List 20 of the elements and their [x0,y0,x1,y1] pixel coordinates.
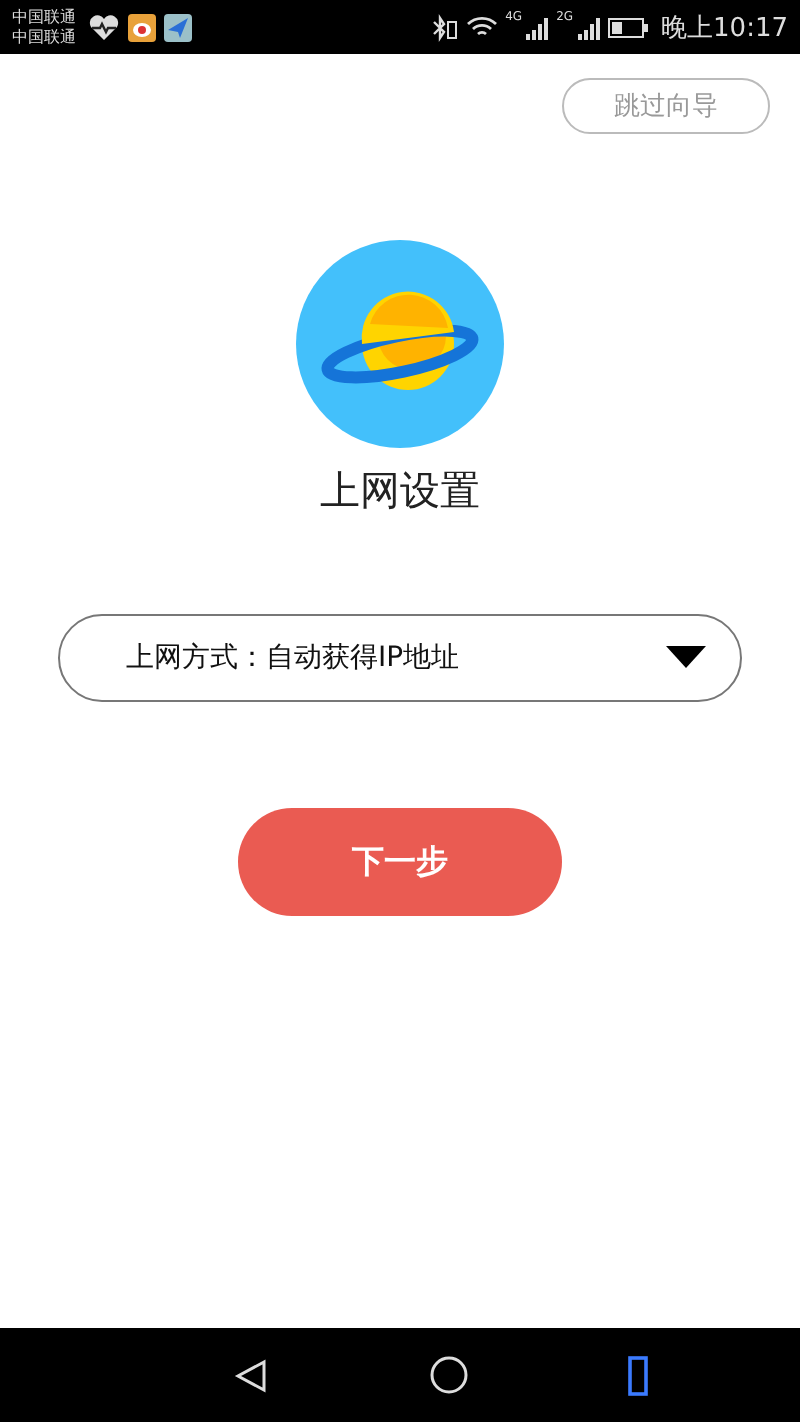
app-icon [128,13,156,41]
wifi-icon [465,14,498,40]
clock: 晚上10:17 [661,11,788,45]
home-icon[interactable] [429,1356,467,1394]
paper-plane-icon [164,13,192,41]
battery-icon [607,17,648,37]
dropdown-arrow-icon [666,646,706,670]
skip-button[interactable]: 跳过向导 [562,78,770,134]
heart-rate-icon [88,13,120,41]
recent-apps-icon[interactable] [627,1355,647,1395]
back-icon[interactable] [233,1357,269,1393]
signal-icon [575,15,600,39]
connection-type-dropdown[interactable]: 上网方式：自动获得IP地址 [58,614,742,702]
page-title: 上网设置 [320,464,480,518]
signal-icon [524,15,549,39]
carrier-name: 中国联通 [12,7,76,27]
next-button[interactable]: 下一步 [238,808,562,916]
carrier-name: 中国联通 [12,27,76,47]
bluetooth-icon [429,13,458,41]
planet-logo-icon [296,240,504,448]
